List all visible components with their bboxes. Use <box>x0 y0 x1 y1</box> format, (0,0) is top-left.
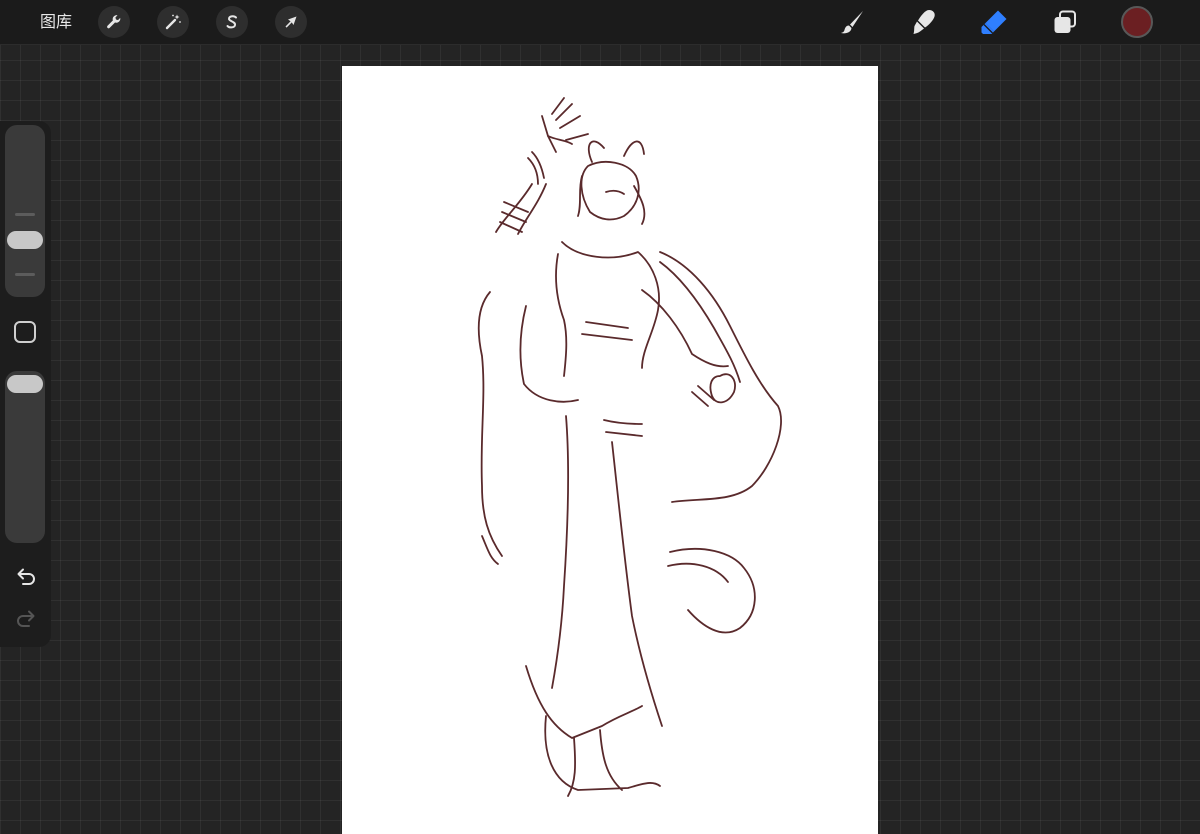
smudge-icon <box>913 10 935 34</box>
actions-button[interactable] <box>98 6 130 38</box>
left-sidebar <box>0 121 51 647</box>
opacity-slider[interactable] <box>5 371 45 543</box>
redo-button[interactable] <box>12 605 40 633</box>
layers-icon <box>1054 10 1076 33</box>
smudge-tool[interactable] <box>905 4 941 40</box>
opacity-thumb[interactable] <box>7 375 43 393</box>
wrench-icon <box>107 15 121 29</box>
undo-icon <box>17 568 35 585</box>
top-toolbar: 图库 <box>0 0 1200 45</box>
drawing-canvas[interactable] <box>342 66 878 834</box>
color-swatch[interactable] <box>1121 6 1153 38</box>
selection-s-icon <box>226 15 237 29</box>
eraser-icon <box>981 10 1007 34</box>
brush-icon <box>841 11 863 34</box>
brush-size-thumb[interactable] <box>7 231 43 250</box>
gallery-button[interactable]: 图库 <box>40 11 72 33</box>
slider-tick <box>15 213 35 216</box>
brush-size-slider[interactable] <box>5 125 45 297</box>
magic-wand-icon <box>165 14 181 30</box>
sketch-artwork <box>477 97 782 797</box>
modify-button[interactable] <box>14 321 36 343</box>
layers-tool[interactable] <box>1047 4 1083 40</box>
undo-button[interactable] <box>12 563 40 591</box>
eraser-tool[interactable] <box>976 4 1012 40</box>
selection-button[interactable] <box>216 6 248 38</box>
adjustments-button[interactable] <box>157 6 189 38</box>
slider-tick <box>15 273 35 276</box>
redo-icon <box>17 610 35 627</box>
transform-button[interactable] <box>275 6 307 38</box>
arrow-cursor-icon <box>285 16 297 28</box>
brush-tool[interactable] <box>834 4 870 40</box>
